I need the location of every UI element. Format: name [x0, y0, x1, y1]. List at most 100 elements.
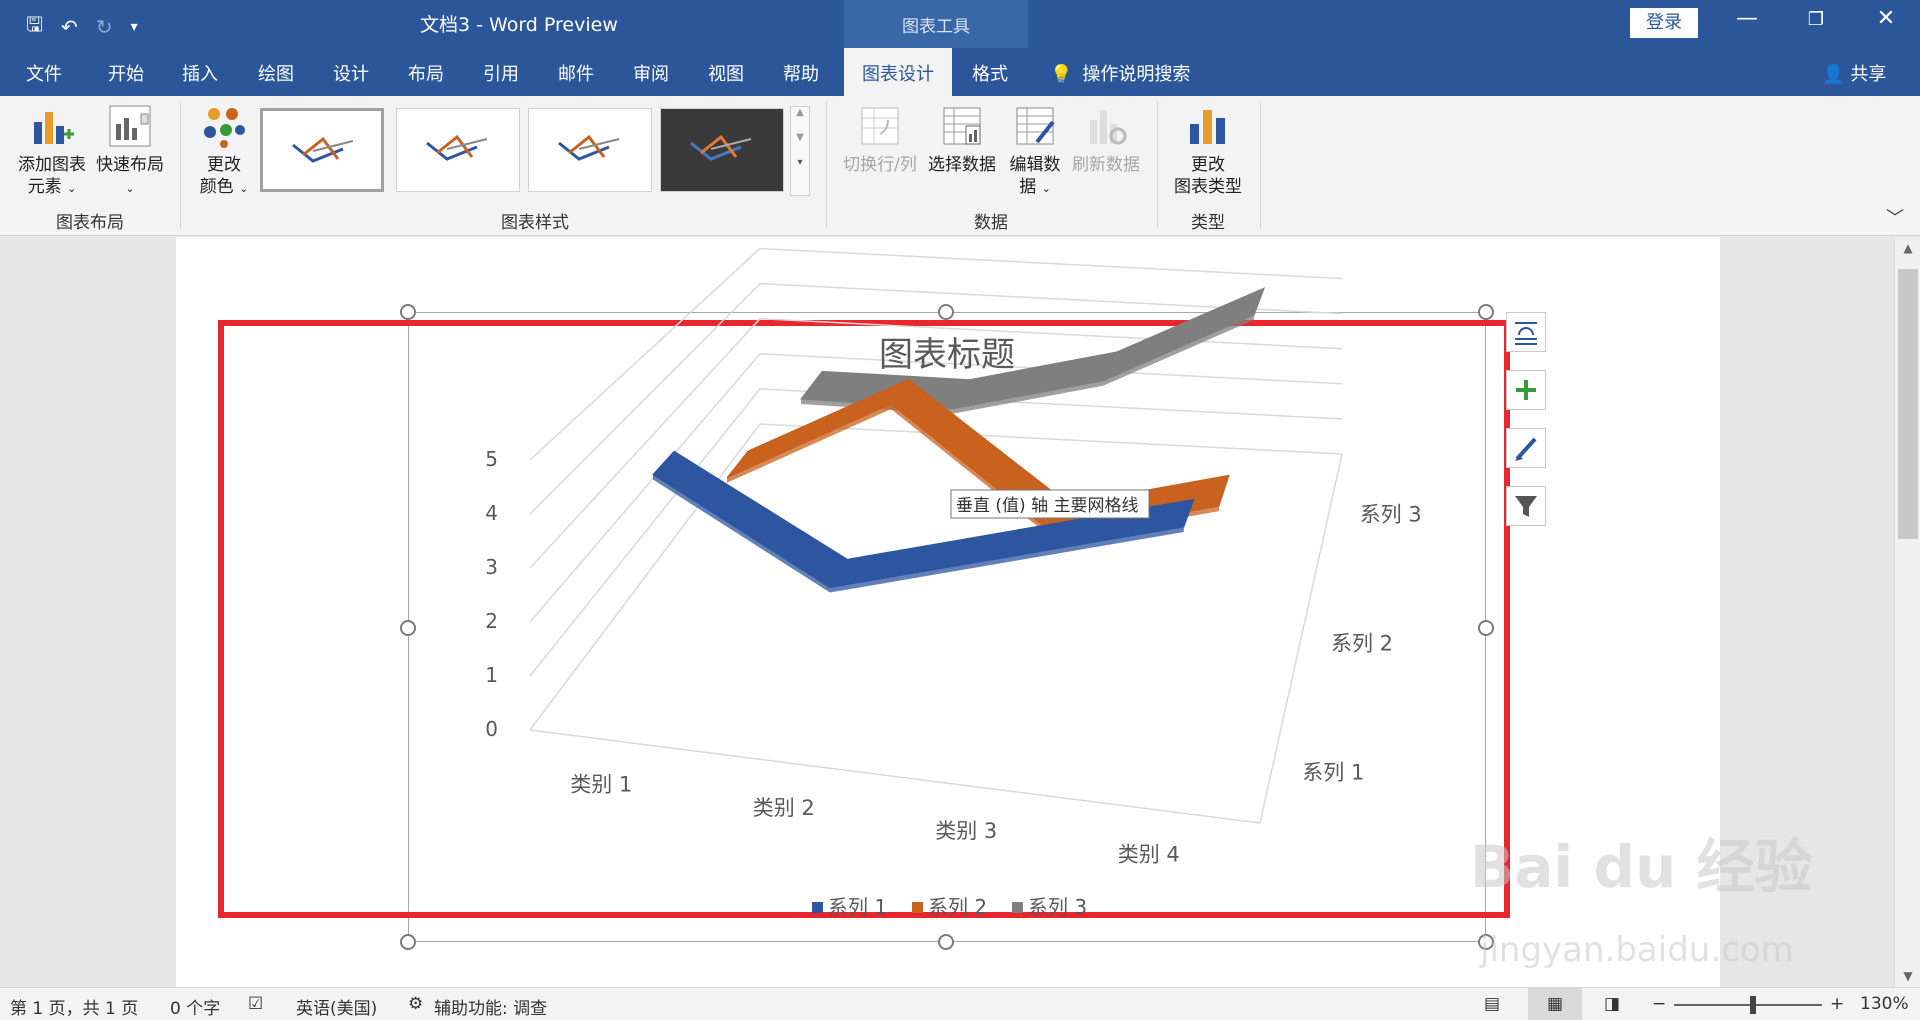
plus-icon	[1516, 380, 1536, 400]
tab-format[interactable]: 格式	[972, 60, 1008, 86]
chart-filters-button[interactable]	[1506, 486, 1546, 526]
zoom-slider-track[interactable]	[1674, 1004, 1822, 1006]
word-count[interactable]: 0 个字	[170, 994, 220, 1019]
close-button[interactable]: ✕	[1866, 6, 1906, 31]
share-label: 共享	[1850, 64, 1887, 85]
tell-me-search[interactable]: 💡 操作说明搜索	[1050, 60, 1190, 86]
watermark-brand: Bai du 经验	[1470, 833, 1813, 901]
tab-references[interactable]: 引用	[483, 60, 519, 86]
scroll-down-icon[interactable]: ▼	[1895, 965, 1920, 987]
web-layout-icon[interactable]: ◨	[1604, 994, 1620, 1014]
chart-style-3[interactable]	[528, 108, 652, 192]
group-separator	[826, 102, 827, 228]
save-icon[interactable]: 🖫	[26, 10, 43, 44]
tab-view[interactable]: 视图	[708, 60, 744, 86]
chevron-down-icon: ⌄	[67, 182, 77, 195]
group-label-type: 类型	[1191, 213, 1225, 233]
gallery-down-icon[interactable]: ▼	[791, 132, 809, 143]
tab-insert[interactable]: 插入	[182, 60, 218, 86]
layout-options-button[interactable]	[1506, 312, 1546, 352]
resize-handle[interactable]	[400, 304, 416, 320]
proofing-icon[interactable]: ☑	[248, 994, 263, 1014]
quick-layout-label: 快速布局	[96, 155, 164, 175]
scroll-thumb[interactable]	[1898, 269, 1918, 539]
accessibility-icon: ⚙	[408, 994, 424, 1014]
vertical-scrollbar[interactable]: ▲ ▼	[1894, 237, 1920, 987]
group-separator	[1157, 102, 1158, 228]
change-colors-button[interactable]: 更改 颜色 ⌄	[190, 104, 258, 200]
chart-style-preview	[292, 136, 354, 163]
chart-elements-button[interactable]	[1506, 370, 1546, 410]
chevron-down-icon: ⌄	[239, 182, 249, 195]
tab-design[interactable]: 设计	[333, 60, 369, 86]
change-chart-type-icon	[1190, 110, 1225, 144]
change-colors-label: 更改 颜色	[199, 155, 241, 197]
restore-button[interactable]: ❐	[1796, 9, 1836, 30]
watermark-url: jingyan.baidu.com	[1480, 930, 1794, 970]
change-chart-type-button[interactable]: 更改 图表类型	[1166, 104, 1250, 198]
accessibility-status[interactable]: 辅助功能: 调查	[434, 994, 547, 1019]
gallery-more-icon[interactable]: ▾	[791, 157, 809, 168]
chart-style-4[interactable]	[660, 108, 784, 192]
group-separator	[1260, 102, 1261, 228]
document-title: 文档3 - Word Preview	[420, 14, 618, 36]
resize-handle[interactable]	[938, 934, 954, 950]
customize-qat-icon[interactable]: ▾	[131, 19, 138, 35]
tab-review[interactable]: 审阅	[633, 60, 669, 86]
add-chart-element-icon	[34, 112, 74, 144]
lightbulb-icon: 💡	[1050, 64, 1073, 85]
resize-handle[interactable]	[1478, 304, 1494, 320]
collapse-ribbon-icon[interactable]: ﹀	[1886, 204, 1904, 230]
tab-help[interactable]: 帮助	[783, 60, 819, 86]
select-data-icon	[943, 107, 981, 145]
chart-style-preview	[426, 134, 488, 161]
chart-style-preview	[690, 134, 752, 161]
select-data-button[interactable]: 选择数据	[924, 104, 1000, 176]
resize-handle[interactable]	[400, 934, 416, 950]
change-chart-type-label: 更改 图表类型	[1174, 155, 1242, 197]
tab-draw[interactable]: 绘图	[258, 60, 294, 86]
zoom-out-button[interactable]: −	[1652, 994, 1666, 1014]
quick-layout-button[interactable]: 快速布局 ⌄	[92, 104, 168, 200]
filter-icon	[1515, 496, 1537, 517]
tab-file[interactable]: 文件	[26, 60, 62, 86]
add-chart-element-button[interactable]: 添加图表 元素 ⌄	[12, 104, 92, 200]
read-mode-icon[interactable]: ▤	[1484, 994, 1500, 1014]
login-button[interactable]: 登录	[1630, 8, 1698, 38]
minimize-button[interactable]: —	[1727, 6, 1767, 31]
tab-chart-design[interactable]: 图表设计	[844, 48, 952, 96]
chart-tools-label: 图表工具	[902, 17, 970, 37]
ribbon-panel: 添加图表 元素 ⌄ 快速布局 ⌄ 图表布局 更改 颜色 ⌄ ▲ ▼ ▾ 图表样式	[0, 96, 1920, 236]
paintbrush-icon	[1515, 437, 1537, 461]
redo-icon[interactable]: ↻	[96, 15, 113, 39]
quick-access-toolbar: 🖫 ↶ ↻ ▾	[26, 10, 138, 44]
scroll-up-icon[interactable]: ▲	[1895, 237, 1920, 259]
page-count[interactable]: 第 1 页，共 1 页	[10, 994, 138, 1019]
group-label-chart-layout: 图表布局	[56, 213, 124, 233]
style-gallery-scroll[interactable]: ▲ ▼ ▾	[790, 106, 810, 196]
tab-layout[interactable]: 布局	[408, 60, 444, 86]
select-data-label: 选择数据	[928, 155, 996, 175]
group-label-data: 数据	[974, 213, 1008, 233]
switch-row-column-button[interactable]: 切换行/列	[838, 104, 922, 176]
print-layout-icon[interactable]: ▦	[1528, 988, 1582, 1020]
tab-mailings[interactable]: 邮件	[558, 60, 594, 86]
chart-style-1[interactable]	[260, 108, 384, 192]
refresh-data-button[interactable]: 刷新数据	[1068, 104, 1144, 176]
quick-layout-icon	[109, 105, 151, 147]
zoom-level[interactable]: 130%	[1860, 994, 1909, 1014]
language-indicator[interactable]: 英语(美国)	[296, 994, 377, 1019]
undo-icon[interactable]: ↶	[61, 15, 78, 39]
chart-styles-button[interactable]	[1506, 428, 1546, 468]
highlight-annotation-box	[218, 320, 1510, 918]
gallery-up-icon[interactable]: ▲	[791, 107, 809, 118]
edit-data-button[interactable]: 编辑数 据 ⌄	[1002, 104, 1068, 200]
share-button[interactable]: 👤 共享	[1822, 60, 1886, 86]
edit-data-icon	[1016, 107, 1055, 145]
chart-style-2[interactable]	[396, 108, 520, 192]
tab-home[interactable]: 开始	[108, 60, 144, 86]
edit-data-label: 编辑数 据	[1009, 155, 1061, 197]
zoom-slider-thumb[interactable]	[1750, 996, 1756, 1014]
zoom-in-button[interactable]: +	[1830, 994, 1844, 1014]
resize-handle[interactable]	[938, 304, 954, 320]
